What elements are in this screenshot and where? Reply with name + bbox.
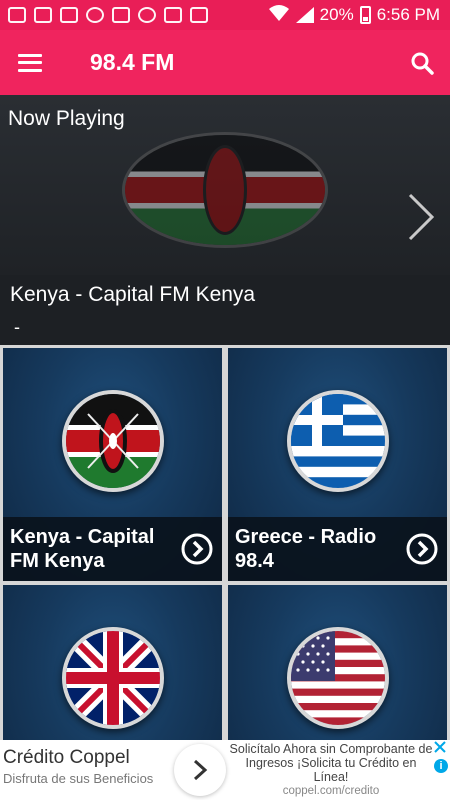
ad-details: Solicítalo Ahora sin Comprobante de Ingr…	[228, 740, 434, 800]
ad-text: Crédito Coppel Disfruta de sus Beneficio…	[3, 747, 183, 786]
signal-icon	[295, 7, 314, 23]
now-playing-station: Kenya - Capital FM Kenya	[10, 283, 256, 306]
now-playing-label: Now Playing	[8, 107, 125, 130]
uk-flag	[62, 627, 164, 729]
radio-icon	[60, 7, 78, 23]
station-name: Greece - Radio 98.4	[235, 526, 377, 572]
chevron-right-icon[interactable]	[406, 191, 436, 243]
ad-banner[interactable]: Crédito Coppel Disfruta de sus Beneficio…	[0, 740, 450, 800]
youtube-icon	[190, 7, 208, 23]
message-icon	[8, 7, 26, 23]
arrow-circle-right-icon[interactable]	[406, 533, 438, 565]
shield-icon	[138, 7, 156, 23]
status-bar: 20% 6:56 PM	[0, 0, 450, 30]
kenya-flag-image	[125, 135, 325, 245]
clock: 6:56 PM	[376, 5, 440, 24]
search-button[interactable]	[394, 30, 450, 95]
ad-url: coppel.com/credito	[282, 785, 380, 797]
station-name: Kenya - Capital FM Kenya	[10, 526, 155, 572]
ad-open-button[interactable]	[174, 744, 226, 796]
station-grid: Kenya - Capital FM Kenya Greece - Radio …	[0, 345, 450, 800]
notification-icons	[0, 7, 208, 23]
info-icon[interactable]: i	[434, 759, 448, 773]
chevron-right-icon	[193, 759, 208, 781]
clipboard-icon	[34, 7, 52, 23]
ad-message: Solicítalo Ahora sin Comprobante de Ingr…	[229, 742, 433, 784]
now-playing-artwork: Now Playing	[0, 95, 450, 275]
now-playing-panel[interactable]: Now Playing Kenya - Capital FM Kenya -	[0, 95, 450, 345]
station-caption: Greece - Radio 98.4	[228, 517, 447, 581]
arrow-circle-right-icon[interactable]	[181, 533, 213, 565]
station-caption: Kenya - Capital FM Kenya	[3, 517, 222, 581]
hamburger-menu-icon	[18, 53, 42, 72]
close-icon[interactable]	[433, 740, 447, 754]
wifi-icon	[268, 4, 290, 27]
sync-icon	[86, 7, 104, 23]
station-card-greece[interactable]: Greece - Radio 98.4	[228, 348, 447, 581]
station-card-kenya[interactable]: Kenya - Capital FM Kenya	[3, 348, 222, 581]
ad-subtitle: Disfruta de sus Beneficios	[3, 771, 154, 786]
greece-flag	[287, 390, 389, 492]
battery-percent: 20%	[319, 5, 354, 24]
now-playing-track: -	[14, 317, 20, 337]
app-root: 20% 6:56 PM 98.4 FM Now Playing Kenya - …	[0, 0, 450, 800]
search-icon	[411, 52, 434, 75]
app-title: 98.4 FM	[90, 49, 175, 75]
system-icons: 20% 6:56 PM	[268, 4, 450, 27]
image-icon	[112, 7, 130, 23]
battery-icon	[359, 6, 371, 24]
ad-title: Crédito Coppel	[3, 747, 130, 768]
usa-flag	[287, 627, 389, 729]
kenya-flag	[62, 390, 164, 492]
mail-icon	[164, 7, 182, 23]
app-bar: 98.4 FM	[0, 30, 450, 95]
now-playing-info: Kenya - Capital FM Kenya -	[0, 275, 450, 345]
menu-button[interactable]	[0, 30, 60, 95]
